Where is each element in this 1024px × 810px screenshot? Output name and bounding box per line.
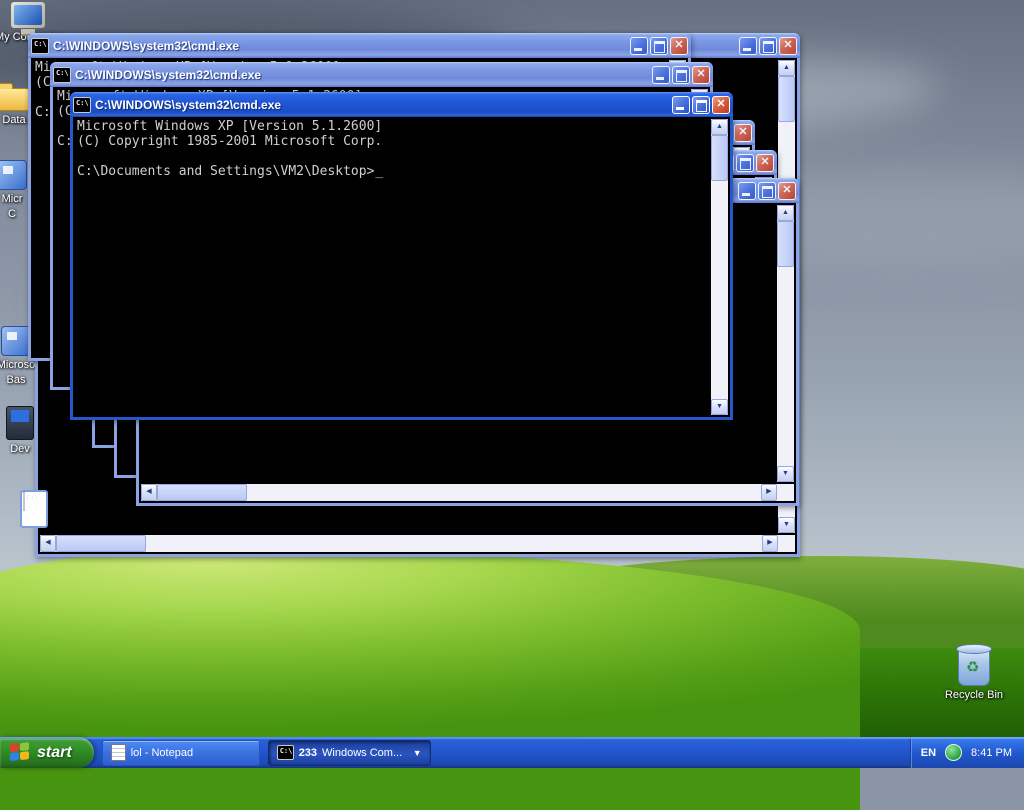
- icon-label: Dev: [10, 443, 30, 455]
- close-button[interactable]: ✕: [670, 36, 688, 55]
- close-button[interactable]: ✕: [756, 153, 774, 172]
- vertical-scrollbar[interactable]: ▲ ▼: [711, 119, 728, 415]
- start-button[interactable]: start: [0, 737, 94, 768]
- clock[interactable]: 8:41 PM: [971, 747, 1012, 759]
- console-output[interactable]: Microsoft Windows XP [Version 5.1.2600] …: [73, 117, 730, 181]
- icon-label: Recycle Bin: [944, 689, 1004, 701]
- console-cursor: _: [375, 164, 384, 179]
- scroll-thumb[interactable]: [711, 135, 728, 181]
- system-tray: EN 8:41 PM: [909, 737, 1024, 768]
- cmd-icon: [23, 492, 25, 511]
- scrollbar-corner: [777, 484, 794, 501]
- vertical-scrollbar[interactable]: ▲ ▼: [777, 205, 794, 482]
- icon-label: Data: [2, 114, 26, 126]
- minimize-button[interactable]: [672, 95, 690, 114]
- close-button[interactable]: ✕: [779, 36, 797, 55]
- close-button[interactable]: ✕: [712, 95, 730, 114]
- window-titlebar[interactable]: C:\WINDOWS\system32\cmd.exe ✕: [28, 33, 691, 58]
- scroll-down-button[interactable]: ▼: [711, 399, 728, 415]
- window-titlebar[interactable]: C:\WINDOWS\system32\cmd.exe ✕: [70, 92, 733, 117]
- notepad-icon: [110, 744, 126, 761]
- task-label: Windows Com...: [322, 746, 403, 759]
- green-hill: [0, 548, 860, 810]
- console-text: Microsoft Windows XP [Version 5.1.2600] …: [77, 119, 383, 179]
- window-titlebar[interactable]: C:\WINDOWS\system32\cmd.exe ✕: [50, 62, 713, 87]
- window-fragment[interactable]: [20, 490, 48, 528]
- scroll-track[interactable]: [247, 484, 761, 501]
- desktop-icon-recycle-bin[interactable]: Recycle Bin: [938, 644, 1010, 701]
- maximize-button[interactable]: [650, 36, 668, 55]
- maximize-button[interactable]: [758, 181, 776, 200]
- taskbar: start lol - Notepad 233 Windows Com... ▼…: [0, 737, 1024, 768]
- application-icon: [1, 326, 31, 356]
- taskbar-group-cmd[interactable]: 233 Windows Com... ▼: [267, 739, 431, 766]
- window-controls: ✕: [652, 65, 710, 84]
- scroll-thumb[interactable]: [56, 535, 146, 552]
- scroll-up-button[interactable]: ▲: [778, 60, 795, 76]
- scroll-down-button[interactable]: ▼: [778, 517, 795, 533]
- console-body: Microsoft Windows XP [Version 5.1.2600] …: [73, 117, 730, 417]
- cmd-icon: [276, 745, 294, 760]
- maximize-button[interactable]: [672, 65, 690, 84]
- scroll-track[interactable]: [711, 181, 728, 399]
- scroll-thumb[interactable]: [777, 221, 794, 267]
- maximize-button[interactable]: [736, 153, 754, 172]
- window-controls: ✕: [738, 181, 796, 200]
- close-button[interactable]: ✕: [692, 65, 710, 84]
- minimize-button[interactable]: [630, 36, 648, 55]
- cmd-icon: [53, 66, 71, 83]
- device-icon: [6, 406, 34, 440]
- window-controls: ✕: [630, 36, 688, 55]
- folder-icon: [0, 83, 30, 111]
- cmd-icon: [31, 37, 49, 54]
- my-computer-icon: [11, 2, 45, 34]
- chevron-down-icon: ▼: [412, 747, 422, 758]
- maximize-button[interactable]: [759, 36, 777, 55]
- minimize-button[interactable]: [652, 65, 670, 84]
- horizontal-scrollbar[interactable]: ◀ ▶: [141, 484, 794, 501]
- scrollbar-corner: [778, 535, 795, 552]
- icon-label: Micr: [1, 193, 23, 205]
- horizontal-scrollbar[interactable]: ◀ ▶: [40, 535, 795, 552]
- scroll-left-button[interactable]: ◀: [141, 484, 157, 501]
- recycle-bin-icon: [956, 644, 992, 686]
- icon-label: C: [8, 208, 16, 220]
- group-count: 233: [298, 746, 318, 759]
- window-title: C:\WINDOWS\system32\cmd.exe: [95, 97, 282, 112]
- window-controls: ✕: [672, 95, 730, 114]
- start-label: start: [37, 743, 72, 761]
- taskbar-item-notepad[interactable]: lol - Notepad: [101, 739, 260, 766]
- window-controls: ✕: [739, 36, 797, 55]
- scroll-right-button[interactable]: ▶: [761, 484, 777, 501]
- scroll-track[interactable]: [777, 267, 794, 466]
- icon-label: Bas: [6, 374, 26, 386]
- maximize-button[interactable]: [692, 95, 710, 114]
- language-indicator[interactable]: EN: [921, 747, 936, 759]
- task-label: lol - Notepad: [130, 746, 194, 759]
- window-title: C:\WINDOWS\system32\cmd.exe: [75, 67, 262, 82]
- scroll-up-button[interactable]: ▲: [777, 205, 794, 221]
- scroll-thumb[interactable]: [778, 76, 795, 122]
- scroll-track[interactable]: [146, 535, 762, 552]
- scroll-up-button[interactable]: ▲: [711, 119, 728, 135]
- minimize-button[interactable]: [738, 181, 756, 200]
- scroll-left-button[interactable]: ◀: [40, 535, 56, 552]
- cmd-icon: [73, 96, 91, 113]
- cmd-window[interactable]: C:\WINDOWS\system32\cmd.exe ✕ Microsoft …: [70, 92, 733, 420]
- close-button[interactable]: ✕: [734, 123, 752, 142]
- windows-logo-icon: [10, 742, 31, 763]
- scroll-right-button[interactable]: ▶: [762, 535, 778, 552]
- scroll-thumb[interactable]: [157, 484, 247, 501]
- tray-status-icon[interactable]: [945, 744, 963, 761]
- close-button[interactable]: ✕: [778, 181, 796, 200]
- window-title: C:\WINDOWS\system32\cmd.exe: [53, 38, 240, 53]
- minimize-button[interactable]: [739, 36, 757, 55]
- application-icon: [0, 160, 27, 190]
- scroll-down-button[interactable]: ▼: [777, 466, 794, 482]
